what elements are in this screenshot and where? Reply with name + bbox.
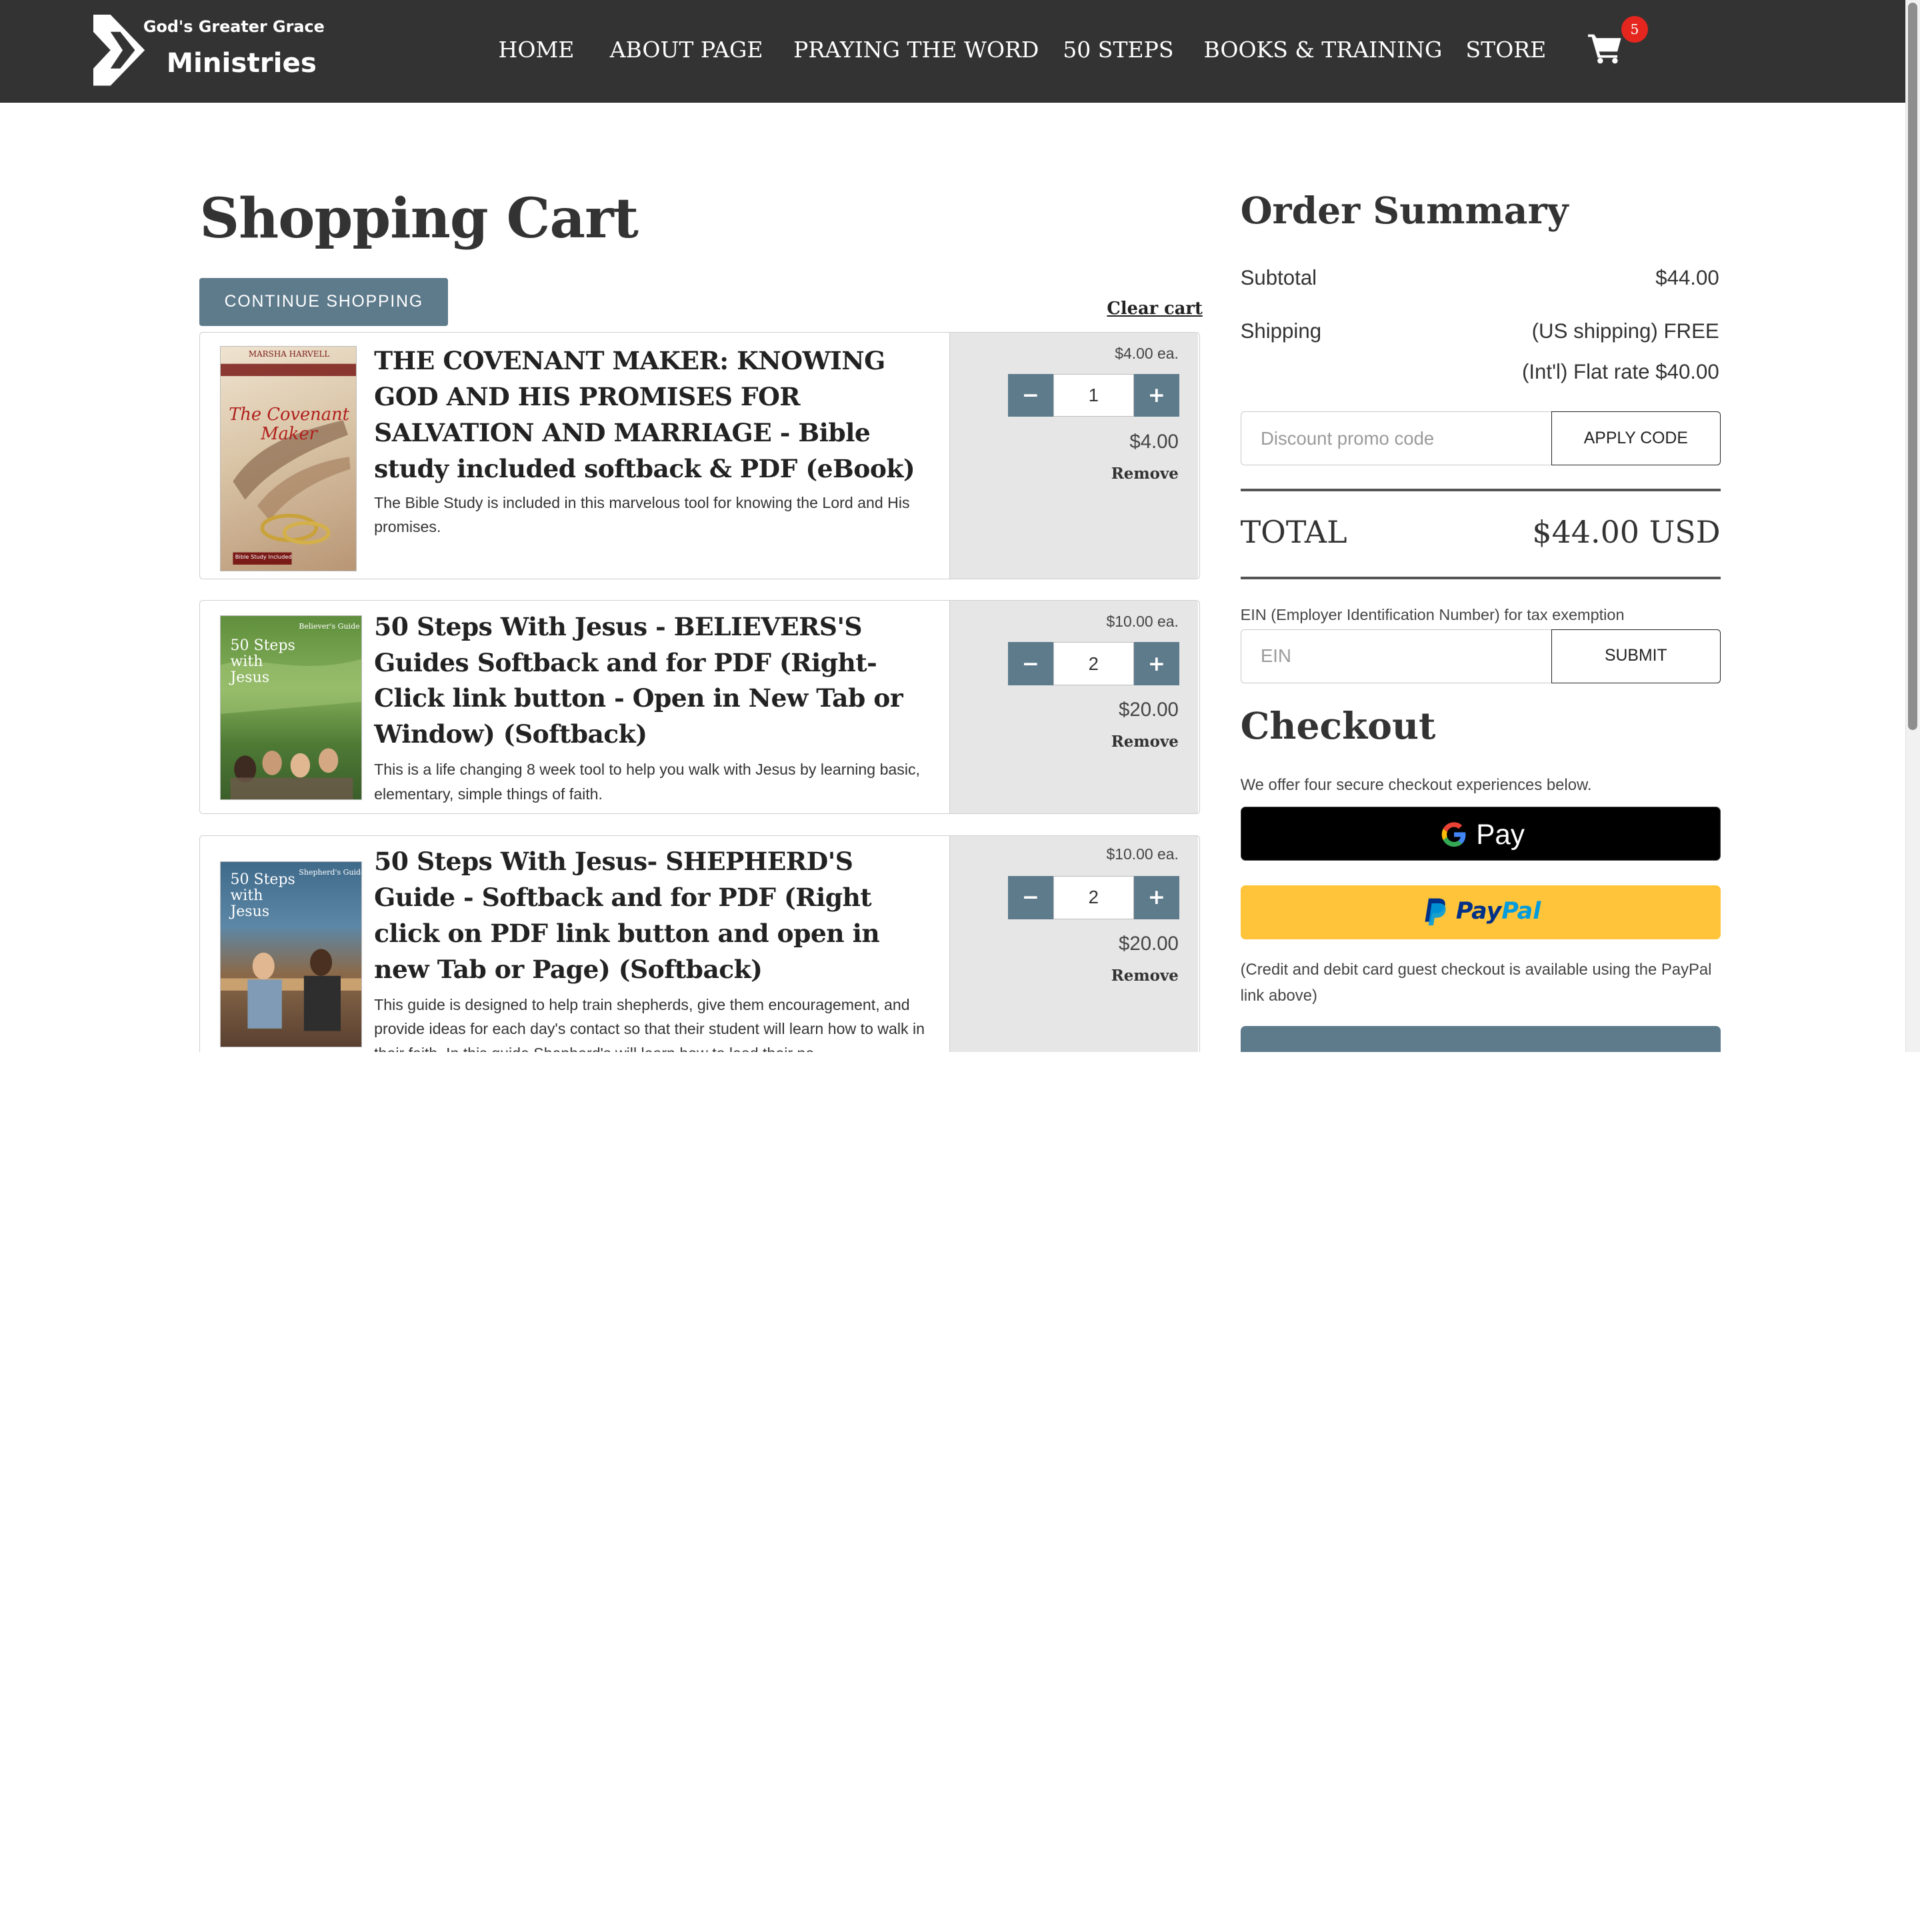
- brand-chevron-icon: [93, 15, 145, 86]
- cart-item-info: 50 Steps with Jesus Believer's Guide 50 …: [200, 601, 949, 813]
- ein-input[interactable]: [1240, 629, 1554, 683]
- cover-art-icon: [220, 363, 357, 565]
- google-pay-label: Pay: [1476, 819, 1525, 851]
- cart-item: 50 Steps with Jesus Believer's Guide 50 …: [199, 599, 1200, 815]
- product-title[interactable]: 50 Steps With Jesus - BELIEVERS'S Guides…: [374, 609, 925, 753]
- nav-store[interactable]: STORE: [1466, 37, 1547, 63]
- decrease-quantity-button[interactable]: −: [1007, 374, 1053, 417]
- remove-item-link[interactable]: Remove: [1111, 967, 1179, 985]
- cart-item-info: MARSHA HARVELL The Covenant Maker Bible …: [200, 333, 949, 579]
- quantity-input[interactable]: [1053, 642, 1134, 685]
- brand-name-line1: God's Greater Grace: [143, 17, 325, 36]
- product-cover-believers-guide[interactable]: 50 Steps with Jesus Believer's Guide: [219, 615, 362, 801]
- cover-badge-text: Bible Study Included: [235, 553, 292, 561]
- decrease-quantity-button[interactable]: −: [1007, 642, 1053, 685]
- google-g-icon: [1441, 822, 1466, 847]
- unit-price: $10.00 ea.: [1106, 613, 1179, 631]
- cart-item-info: 50 Steps with Jesus Shepherd's Guide 50 …: [200, 836, 949, 1052]
- pay-by-check-button[interactable]: PAY BY CHECK: [1240, 1026, 1721, 1052]
- divider: [1240, 488, 1721, 491]
- nav-praying-the-word[interactable]: PRAYING THE WORD: [793, 37, 1039, 63]
- ein-submit-button[interactable]: SUBMIT: [1551, 629, 1721, 683]
- shipping-us-value: (US shipping) FREE: [1531, 319, 1719, 343]
- cart-item: 50 Steps with Jesus Shepherd's Guide 50 …: [199, 835, 1200, 1052]
- page-title: Shopping Cart: [199, 186, 639, 251]
- quantity-stepper: − +: [1007, 876, 1179, 919]
- cover-title-text: The Covenant Maker: [229, 405, 349, 445]
- total-value: $44.00 USD: [1532, 514, 1721, 551]
- subtotal-value: $44.00: [1655, 265, 1719, 289]
- cart-item-controls: $10.00 ea. − + $20.00 Remove: [949, 600, 1199, 814]
- paypal-label-pal: Pal: [1501, 898, 1541, 925]
- order-summary-title: Order Summary: [1240, 188, 1569, 232]
- product-title[interactable]: 50 Steps With Jesus- SHEPHERD'S Guide - …: [374, 844, 925, 987]
- cover-title-text: 50 Steps with Jesus: [230, 637, 295, 686]
- cover-badge-text: Believer's Guide: [299, 622, 360, 631]
- product-description: This guide is designed to help train she…: [374, 995, 925, 1052]
- nav-about[interactable]: ABOUT PAGE: [610, 37, 763, 63]
- nav-home[interactable]: HOME: [499, 37, 575, 63]
- product-description: This is a life changing 8 week tool to h…: [374, 761, 920, 803]
- remove-item-link[interactable]: Remove: [1111, 733, 1179, 751]
- increase-quantity-button[interactable]: +: [1133, 374, 1179, 417]
- brand-name-line2: Ministries: [166, 46, 317, 79]
- nav-books-training[interactable]: BOOKS & TRAINING: [1203, 37, 1442, 63]
- product-title[interactable]: THE COVENANT MAKER: KNOWING GOD AND HIS …: [374, 343, 925, 487]
- quantity-stepper: − +: [1007, 642, 1179, 685]
- divider: [1240, 577, 1721, 579]
- apply-code-button[interactable]: APPLY CODE: [1551, 411, 1721, 465]
- line-total: $20.00: [1119, 932, 1179, 955]
- clear-cart-link[interactable]: Clear cart: [1107, 299, 1202, 319]
- page: God's Greater Grace Ministries HOME ABOU…: [0, 0, 1920, 1052]
- nav-50-steps[interactable]: 50 STEPS: [1063, 37, 1173, 63]
- brand-logo[interactable]: God's Greater Grace Ministries: [93, 12, 338, 88]
- remove-item-link[interactable]: Remove: [1111, 465, 1179, 483]
- cart-count-badge: 5: [1621, 15, 1649, 43]
- cover-badge-text: Shepherd's Guide: [299, 868, 362, 877]
- shopping-cart-icon[interactable]: [1588, 32, 1622, 64]
- site-header: God's Greater Grace Ministries HOME ABOU…: [0, 0, 1905, 103]
- promo-code-input[interactable]: [1240, 411, 1554, 465]
- paypal-note: (Credit and debit card guest checkout is…: [1240, 961, 1712, 1005]
- line-total: $4.00: [1129, 430, 1179, 453]
- cover-author-text: MARSHA HARVELL: [248, 349, 330, 359]
- product-description: The Bible Study is included in this marv…: [374, 493, 910, 536]
- line-total: $20.00: [1119, 698, 1179, 721]
- product-cover-shepherds-guide[interactable]: 50 Steps with Jesus Shepherd's Guide: [219, 861, 362, 1048]
- unit-price: $4.00 ea.: [1115, 345, 1179, 363]
- quantity-input[interactable]: [1053, 876, 1134, 919]
- continue-shopping-button[interactable]: CONTINUE SHOPPING: [199, 277, 449, 326]
- checkout-title: Checkout: [1240, 704, 1436, 748]
- cart-item-controls: $4.00 ea. − + $4.00 Remove: [949, 332, 1199, 579]
- shipping-intl-value: (Int'l) Flat rate $40.00: [1521, 359, 1719, 383]
- cart-item-controls: $10.00 ea. − + $20.00 Remove: [949, 835, 1199, 1052]
- decrease-quantity-button[interactable]: −: [1007, 876, 1053, 919]
- product-cover-covenant-maker[interactable]: MARSHA HARVELL The Covenant Maker Bible …: [219, 345, 357, 571]
- quantity-input[interactable]: [1053, 374, 1134, 417]
- google-pay-button[interactable]: Pay: [1240, 807, 1721, 861]
- shipping-label: Shipping: [1240, 319, 1322, 343]
- scrollbar-thumb[interactable]: [1907, 2, 1918, 730]
- cart-item: MARSHA HARVELL The Covenant Maker Bible …: [199, 331, 1200, 579]
- paypal-label-pay: Pay: [1455, 898, 1502, 925]
- subtotal-label: Subtotal: [1240, 265, 1317, 289]
- paypal-button[interactable]: PayPal: [1240, 885, 1721, 939]
- quantity-stepper: − +: [1007, 374, 1179, 417]
- unit-price: $10.00 ea.: [1106, 845, 1179, 863]
- ein-label: EIN (Employer Identification Number) for…: [1240, 606, 1625, 624]
- cover-title-text: 50 Steps with Jesus: [230, 871, 295, 920]
- increase-quantity-button[interactable]: +: [1133, 876, 1179, 919]
- paypal-label: PayPal: [1456, 896, 1541, 928]
- total-label: TOTAL: [1240, 514, 1347, 551]
- checkout-note: We offer four secure checkout experience…: [1240, 776, 1592, 795]
- paypal-p-icon: [1425, 899, 1447, 926]
- increase-quantity-button[interactable]: +: [1133, 642, 1179, 685]
